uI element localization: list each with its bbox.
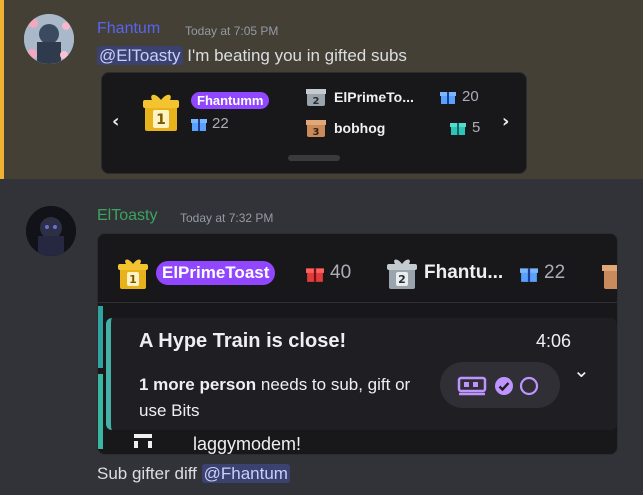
chevron-right-icon[interactable]: › [502,111,509,132]
author-name[interactable]: ElToasty [97,207,157,225]
svg-text:3: 3 [313,127,320,138]
svg-text:1: 1 [129,273,137,286]
hype-progress-pill [440,362,560,408]
gift-icon [191,119,207,131]
gift-icon [520,268,538,282]
accent-bar [98,374,103,449]
message-eltoasty[interactable]: ElToasty Today at 7:32 PM 1 ElPrimeToast… [0,180,643,495]
carousel-scrollbar[interactable] [288,155,340,161]
rank-2-name[interactable]: ElPrimeTo... [334,89,414,105]
leader-2-name[interactable]: Fhantu... [424,262,503,284]
top-gifter-count: 22 [212,115,229,132]
gift-rank-2-icon: 2 [387,259,417,289]
message-text: @ElToasty I'm beating you in gifted subs [97,46,407,65]
check-circle-icon [495,377,513,395]
empty-circle-icon [519,376,539,396]
avatar-fhantum[interactable] [24,14,74,64]
rank-2-badge-icon: 2 [306,89,326,107]
accent-bar [98,306,103,368]
hype-train-user: laggymodem! [193,434,302,454]
hype-train-embed: 1 ElPrimeToast 40 2 Fhantu... 22 A Hype … [97,233,618,455]
gift-icon [450,123,466,135]
svg-text:2: 2 [313,96,320,107]
rank-3-count: 5 [472,119,481,136]
user-mention[interactable]: @ElToasty [97,46,183,65]
leader-1-name[interactable]: ElPrimeToast [156,261,276,285]
gift-leaderboard-embed: ‹ 1 Fhantumm 22 2 ElPrimeTo... 20 3 bobh… [101,72,527,174]
hype-train-notice: A Hype Train is close! 4:06 1 more perso… [106,318,617,430]
timestamp: Today at 7:32 PM [180,211,274,225]
message-text: Sub gifter diff @Fhantum [97,464,290,483]
train-icon [457,376,487,396]
leader-2-count: 22 [544,262,566,283]
user-mention[interactable]: @Fhantum [201,464,290,483]
avatar-eltoasty[interactable] [26,206,76,256]
svg-text:1: 1 [156,112,166,128]
leader-1-count: 40 [330,262,352,283]
chevron-left-icon[interactable]: ‹ [112,111,119,132]
gift-icon [306,268,324,282]
rank-3-name[interactable]: bobhog [334,120,385,136]
message-fhantum[interactable]: Fhantum Today at 7:05 PM @ElToasty I'm b… [0,0,643,179]
gift-rank-1-icon: 1 [143,94,179,131]
gift-rank-3-icon [602,265,617,289]
svg-text:2: 2 [398,273,406,286]
hype-train-timer: 4:06 [535,331,571,351]
bits-icon [134,434,152,448]
gift-icon [440,92,456,104]
hype-train-title: A Hype Train is close! [139,330,347,352]
top-gifter-name[interactable]: Fhantumm [191,92,270,109]
gift-rank-1-icon: 1 [118,259,148,289]
divider [98,302,617,303]
timestamp: Today at 7:05 PM [185,24,279,38]
chevron-down-icon[interactable]: ⌄ [573,358,590,382]
hype-train-body: 1 more person needs to sub, gift or use … [139,375,411,420]
author-name[interactable]: Fhantum [97,20,160,38]
rank-3-badge-icon: 3 [306,120,326,138]
rank-2-count: 20 [462,88,479,105]
